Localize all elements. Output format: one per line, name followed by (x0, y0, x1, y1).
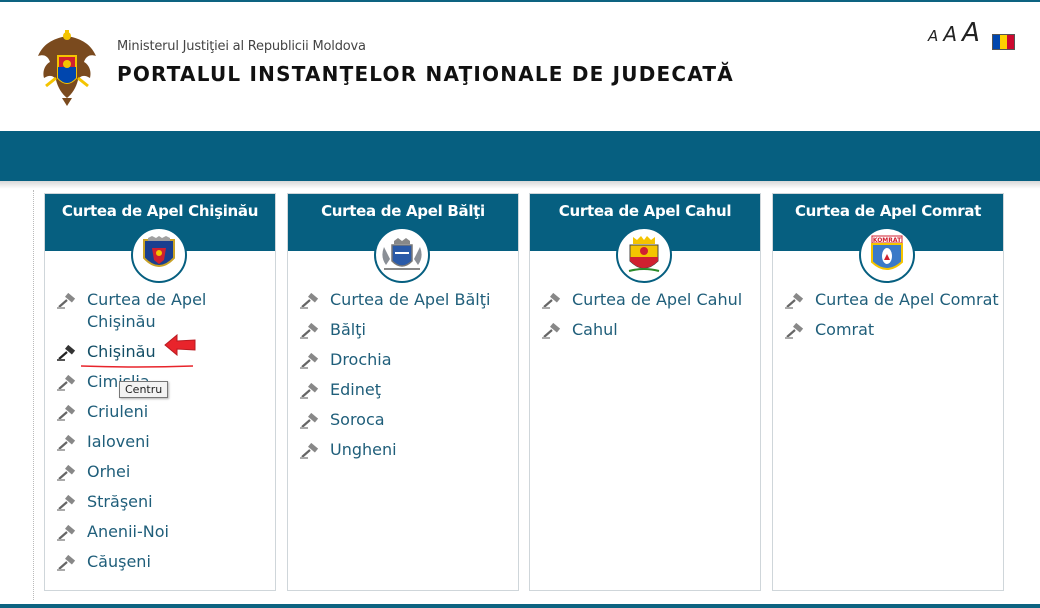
list-item[interactable]: Orhei (45, 461, 275, 491)
red-underline-annotation (81, 365, 193, 368)
gavel-icon (57, 465, 76, 481)
court-list: Curtea de Apel Chişinău Chişinău Cimişli… (45, 289, 275, 581)
court-link[interactable]: Edineţ (330, 379, 381, 401)
font-size-switcher: A A A (928, 18, 980, 48)
list-item[interactable]: Edineţ (288, 379, 518, 409)
court-link[interactable]: Curtea de Apel Bălţi (330, 289, 490, 311)
court-link[interactable]: Drochia (330, 349, 392, 371)
gavel-icon (57, 293, 76, 309)
court-link[interactable]: Comrat (815, 319, 874, 341)
portal-title[interactable]: PORTALUL INSTANŢELOR NAŢIONALE DE JUDECA… (117, 62, 734, 86)
court-list: Curtea de Apel Comrat Comrat (773, 289, 1003, 349)
dotted-divider (33, 190, 34, 600)
court-card-cahul: Curtea de Apel Cahul Curtea de Apel Cahu… (529, 193, 761, 591)
gavel-icon (542, 323, 561, 339)
gavel-icon (300, 443, 319, 459)
court-card-comrat: Curtea de Apel Comrat KOMRAT Curtea de A… (772, 193, 1004, 591)
court-link[interactable]: Bălţi (330, 319, 366, 341)
gavel-icon (300, 323, 319, 339)
court-link[interactable]: Curtea de Apel Cahul (572, 289, 742, 311)
list-item[interactable]: Soroca (288, 409, 518, 439)
list-item[interactable]: Curtea de Apel Bălţi (288, 289, 518, 319)
list-item[interactable]: Criuleni (45, 401, 275, 431)
ministry-name: Ministerul Justiţiei al Republicii Moldo… (117, 39, 366, 54)
court-link[interactable]: Curtea de Apel Comrat (815, 289, 999, 311)
list-item[interactable]: Curtea de Apel Chişinău (45, 289, 275, 341)
court-link[interactable]: Criuleni (87, 401, 148, 423)
language-flag-icon[interactable] (992, 34, 1015, 50)
main-navigation-bar (0, 131, 1040, 181)
gavel-icon (785, 293, 804, 309)
list-item[interactable]: Curtea de Apel Comrat (773, 289, 1003, 319)
list-item[interactable]: Bălţi (288, 319, 518, 349)
list-item[interactable]: Ungheni (288, 439, 518, 469)
list-item[interactable]: Căuşeni (45, 551, 275, 581)
font-size-medium-button[interactable]: A (943, 22, 957, 46)
list-item[interactable]: Anenii-Noi (45, 521, 275, 551)
red-arrow-annotation-icon (164, 334, 196, 356)
court-link[interactable]: Chişinău (87, 341, 156, 363)
gavel-icon (57, 495, 76, 511)
chisinau-coat-of-arms-icon[interactable] (131, 227, 187, 283)
hover-tooltip: Centru (119, 381, 169, 398)
gavel-icon (785, 323, 804, 339)
comrat-emblem-text: KOMRAT (873, 237, 902, 244)
gavel-icon (300, 413, 319, 429)
site-header: Ministerul Justiţiei al Republicii Moldo… (0, 2, 1040, 131)
gavel-icon (300, 293, 319, 309)
moldova-coat-of-arms-icon[interactable] (36, 28, 98, 108)
list-item[interactable]: Drochia (288, 349, 518, 379)
gavel-icon (57, 555, 76, 571)
list-item[interactable]: Cahul (530, 319, 760, 349)
court-link[interactable]: Soroca (330, 409, 385, 431)
court-list: Curtea de Apel Cahul Cahul (530, 289, 760, 349)
court-link[interactable]: Ialoveni (87, 431, 150, 453)
list-item[interactable]: Străşeni (45, 491, 275, 521)
gavel-icon (57, 525, 76, 541)
court-link[interactable]: Anenii-Noi (87, 521, 169, 543)
balti-coat-of-arms-icon[interactable] (374, 227, 430, 283)
court-link[interactable]: Ungheni (330, 439, 397, 461)
font-size-large-button[interactable]: A (962, 18, 980, 48)
court-list: Curtea de Apel Bălţi Bălţi Drochia Edine… (288, 289, 518, 469)
court-card-balti: Curtea de Apel Bălţi Curtea de Apel Bălţ… (287, 193, 519, 591)
navbar-shadow (0, 181, 1040, 189)
court-link[interactable]: Cahul (572, 319, 618, 341)
court-link[interactable]: Străşeni (87, 491, 153, 513)
cahul-coat-of-arms-icon[interactable] (616, 227, 672, 283)
gavel-icon (57, 345, 76, 361)
gavel-icon (57, 435, 76, 451)
court-link[interactable]: Orhei (87, 461, 130, 483)
court-link[interactable]: Căuşeni (87, 551, 151, 573)
gavel-icon (542, 293, 561, 309)
list-item[interactable]: Comrat (773, 319, 1003, 349)
gavel-icon (300, 383, 319, 399)
list-item[interactable]: Curtea de Apel Cahul (530, 289, 760, 319)
bottom-accent-line (0, 604, 1040, 608)
list-item[interactable]: Ialoveni (45, 431, 275, 461)
list-item[interactable]: Chişinău (45, 334, 275, 371)
court-link[interactable]: Curtea de Apel Chişinău (87, 289, 217, 333)
comrat-coat-of-arms-icon[interactable]: KOMRAT (859, 227, 915, 283)
font-size-small-button[interactable]: A (928, 27, 938, 45)
gavel-icon (57, 405, 76, 421)
gavel-icon (300, 353, 319, 369)
gavel-icon (57, 375, 76, 391)
